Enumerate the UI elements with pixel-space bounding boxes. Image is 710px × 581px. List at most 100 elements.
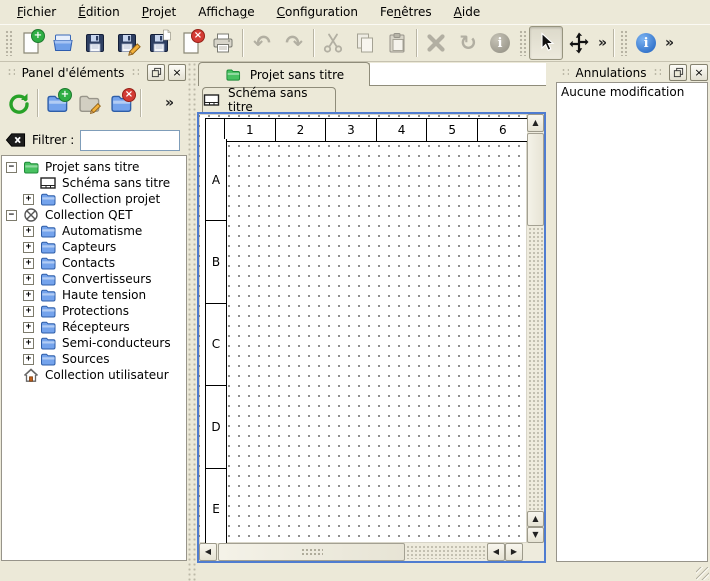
pan-mode-button[interactable] [563, 27, 595, 59]
toolbar-overflow-chevron[interactable]: » [595, 35, 610, 51]
scroll-left-button-right[interactable]: ◀ [487, 543, 505, 561]
left-splitter[interactable] [187, 62, 196, 581]
close-panel-button[interactable]: × [690, 64, 708, 81]
new-category-button[interactable]: + [41, 87, 73, 119]
new-project-button[interactable]: + [15, 27, 47, 59]
print-button[interactable] [207, 27, 239, 59]
expand-expander-icon[interactable]: + [23, 306, 34, 317]
tree-item-haute-tension[interactable]: +Haute tension [2, 287, 186, 303]
vertical-scroll-thumb[interactable] [527, 133, 544, 226]
plus-badge-icon: + [58, 88, 72, 102]
expand-expander-icon[interactable]: + [23, 258, 34, 269]
tab-schema-sans-titre[interactable]: Schéma sans titre [202, 87, 336, 112]
menu-projet[interactable]: Projet [131, 2, 187, 22]
menu-affichage[interactable]: Affichage [187, 2, 265, 22]
right-arrow-icon: ▶ [511, 548, 517, 556]
undo-button[interactable]: ↶ [246, 27, 278, 59]
edit-category-button[interactable] [73, 87, 105, 119]
expand-expander-icon[interactable]: + [23, 194, 34, 205]
close-panel-button[interactable]: × [168, 64, 186, 81]
tree-item-sources[interactable]: +Sources [2, 351, 186, 367]
redo-button[interactable]: ↷ [278, 27, 310, 59]
horizontal-scroll-thumb[interactable] [218, 543, 405, 561]
right-splitter[interactable] [547, 62, 555, 581]
tree-item-convertisseurs[interactable]: +Convertisseurs [2, 271, 186, 287]
separator [37, 89, 38, 117]
toolbar-overflow-chevron[interactable]: » [662, 35, 677, 51]
tree-item-schema-sans-titre[interactable]: Schéma sans titre [2, 175, 186, 191]
copy-button[interactable] [349, 27, 381, 59]
tree-item-protections[interactable]: +Protections [2, 303, 186, 319]
expand-expander-icon[interactable]: + [23, 242, 34, 253]
tree-item-projet-sans-titre[interactable]: −Projet sans titre [2, 159, 186, 175]
about-info-button[interactable]: i [630, 27, 662, 59]
menu-fenetres[interactable]: Fenêtres [369, 2, 443, 22]
row-header: E [205, 468, 227, 543]
vertical-scroll-channel[interactable] [528, 227, 543, 511]
delete-category-button[interactable]: × [105, 87, 137, 119]
float-panel-button[interactable] [147, 64, 165, 81]
info-icon: i [490, 33, 510, 53]
tree-item-collection-qet[interactable]: −Collection QET [2, 207, 186, 223]
tree-item-collection-projet[interactable]: +Collection projet [2, 191, 186, 207]
toolbar-drag-handle[interactable] [519, 30, 526, 56]
save-all-button[interactable] [143, 27, 175, 59]
titlebar-texture [131, 68, 139, 77]
tree-item-recepteurs[interactable]: +Récepteurs [2, 319, 186, 335]
tab-projet-sans-titre[interactable]: Projet sans titre [198, 62, 370, 86]
element-info-button[interactable]: i [484, 27, 516, 59]
close-document-button[interactable]: × [175, 27, 207, 59]
tree-item-semi-conducteurs[interactable]: +Semi-conducteurs [2, 335, 186, 351]
menu-configuration[interactable]: Configuration [266, 2, 369, 22]
expand-expander-icon[interactable]: + [23, 290, 34, 301]
reload-collections-button[interactable] [2, 87, 34, 119]
thumb-grip-icon [301, 548, 323, 557]
tree-item-label: Schéma sans titre [62, 176, 170, 190]
undo-history-list: Aucune modification [556, 82, 708, 562]
expand-expander-icon[interactable]: + [23, 354, 34, 365]
tree-item-collection-utilisateur[interactable]: Collection utilisateur [2, 367, 186, 383]
scroll-down-button[interactable]: ▼ [527, 527, 544, 543]
undo-list-item[interactable]: Aucune modification [557, 83, 707, 101]
save-as-button[interactable] [111, 27, 143, 59]
float-panel-button[interactable] [669, 64, 687, 81]
scroll-up-button-bottom[interactable]: ▲ [527, 511, 544, 527]
folder-icon [40, 255, 58, 271]
clear-filter-icon[interactable] [5, 132, 26, 148]
scroll-left-button[interactable]: ◀ [199, 543, 217, 561]
scroll-up-button[interactable]: ▲ [527, 114, 544, 132]
paste-button[interactable] [381, 27, 413, 59]
tree-item-capteurs[interactable]: +Capteurs [2, 239, 186, 255]
vertical-scrollbar: ▲ ▲ ▼ [527, 114, 544, 543]
menu-aide[interactable]: Aide [443, 2, 492, 22]
cut-button[interactable] [317, 27, 349, 59]
toolbar-drag-handle[interactable] [620, 30, 627, 56]
diagram-canvas[interactable]: 1 2 3 4 5 6 A B C D E [199, 114, 527, 543]
collapse-expander-icon[interactable]: − [6, 210, 17, 221]
refresh-icon [6, 91, 30, 115]
scroll-right-button[interactable]: ▶ [505, 543, 523, 561]
menu-fichier[interactable]: Fichier [6, 2, 67, 22]
filter-input[interactable] [80, 130, 180, 151]
toolbar-drag-handle[interactable] [5, 30, 12, 56]
expand-expander-icon[interactable]: + [23, 274, 34, 285]
tree-item-automatisme[interactable]: +Automatisme [2, 223, 186, 239]
expand-expander-icon[interactable]: + [23, 322, 34, 333]
delete-button[interactable] [420, 27, 452, 59]
panel-overflow-chevron[interactable]: » [162, 95, 177, 111]
menubar: Fichier Édition Projet Affichage Configu… [0, 0, 710, 24]
scissors-icon [321, 31, 345, 55]
menu-edition[interactable]: Édition [67, 2, 131, 22]
select-mode-button[interactable] [529, 26, 563, 60]
collapse-expander-icon[interactable]: − [6, 162, 17, 173]
rotate-button[interactable]: ↻ [452, 27, 484, 59]
expand-expander-icon[interactable]: + [23, 338, 34, 349]
tree-item-contacts[interactable]: +Contacts [2, 255, 186, 271]
save-button[interactable] [79, 27, 111, 59]
filter-row: Filtrer : [5, 128, 187, 152]
expand-expander-icon[interactable]: + [23, 226, 34, 237]
open-project-button[interactable] [47, 27, 79, 59]
rotate-icon: ↻ [459, 33, 477, 54]
resize-grip[interactable] [696, 567, 709, 580]
horizontal-scroll-channel[interactable] [406, 545, 486, 559]
